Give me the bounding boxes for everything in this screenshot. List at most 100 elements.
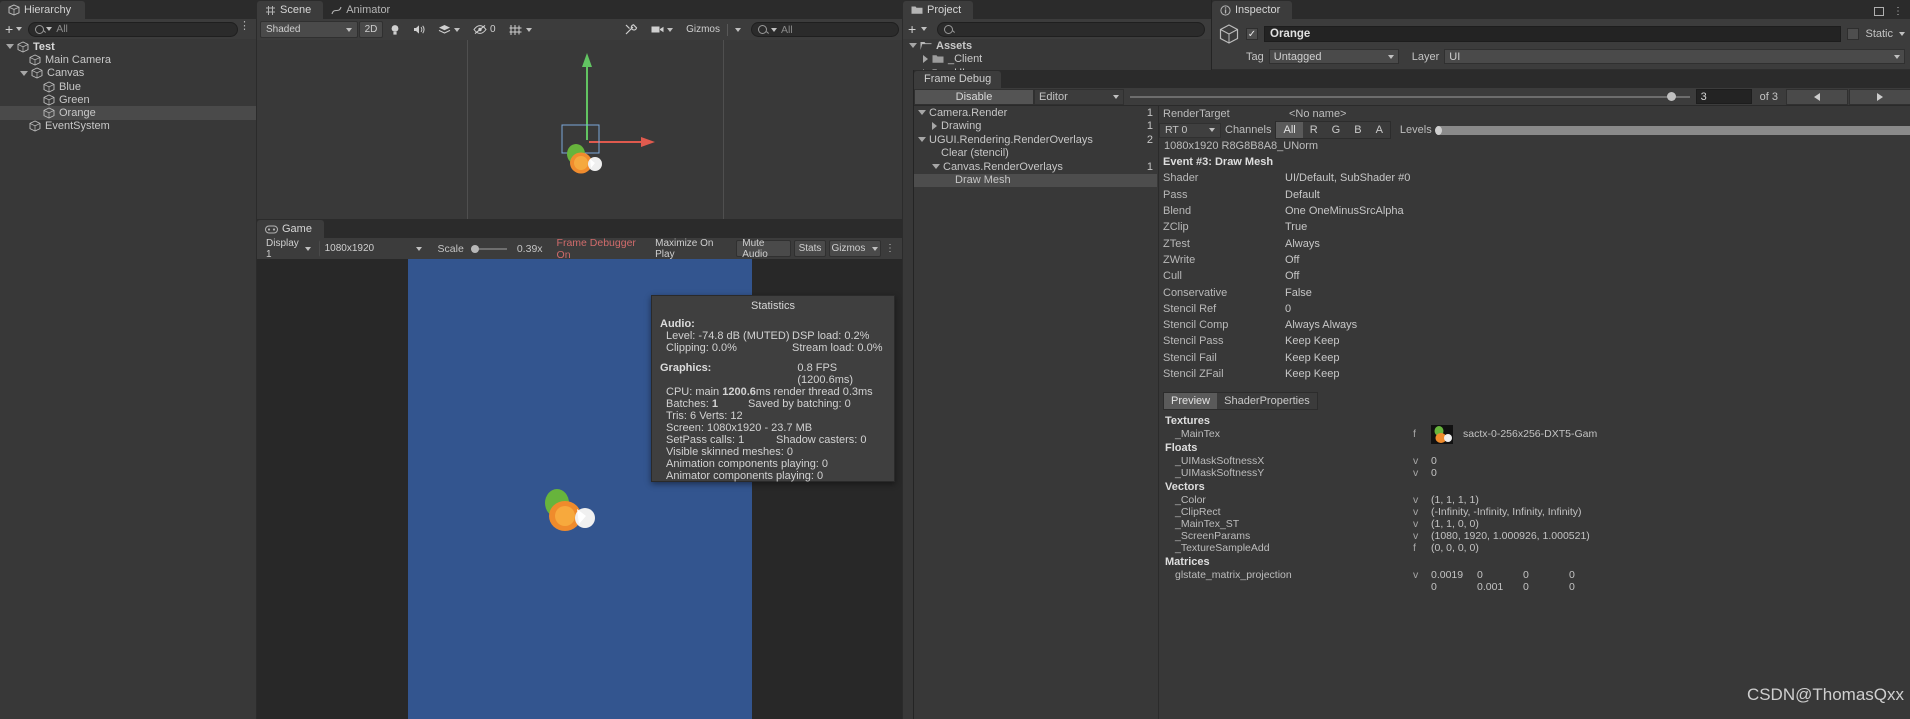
hierarchy-item-orange[interactable]: Orange xyxy=(0,106,256,120)
inspector-icon xyxy=(1220,4,1231,16)
game-options-icon[interactable]: ⋮ xyxy=(885,244,895,254)
scene-sprite-preview xyxy=(567,144,602,174)
event-slider[interactable] xyxy=(1124,92,1696,101)
scene-search-input[interactable]: All xyxy=(751,22,899,37)
levels-slider[interactable] xyxy=(1434,125,1910,135)
scene-search-placeholder: All xyxy=(781,23,793,36)
create-asset-button[interactable]: + xyxy=(907,22,917,36)
scene-gizmos-dropdown[interactable]: Gizmos xyxy=(680,21,744,38)
frame-debugger-tabbar: Frame Debug xyxy=(914,70,1910,88)
chevron-down-icon[interactable] xyxy=(909,43,917,49)
resolution-dropdown[interactable]: 1080x1920 xyxy=(318,240,428,257)
scene-viewport[interactable] xyxy=(257,40,902,219)
chevron-right-icon[interactable] xyxy=(923,55,928,64)
hierarchy-item-blue[interactable]: Blue xyxy=(0,80,256,93)
gameobject-name-input[interactable]: Orange xyxy=(1264,26,1842,42)
channel-button-r[interactable]: R xyxy=(1302,122,1325,138)
hierarchy-item-green[interactable]: Green xyxy=(0,93,256,106)
scene-audio-toggle[interactable] xyxy=(407,21,431,38)
frame-event-canvas-renderoverlays[interactable]: Canvas.RenderOverlays 1 xyxy=(914,160,1157,174)
hierarchy-item-canvas[interactable]: Canvas xyxy=(0,67,256,80)
folder-icon xyxy=(911,6,923,14)
hierarchy-search-input[interactable]: All xyxy=(28,21,239,37)
channel-button-a[interactable]: A xyxy=(1368,122,1390,138)
hierarchy-item-test[interactable]: Test xyxy=(0,40,256,53)
event-property-value: Off xyxy=(1285,270,1300,283)
add-gameobject-button[interactable]: + xyxy=(4,22,14,36)
scene-tools-button[interactable] xyxy=(618,21,644,38)
maximize-on-play-button[interactable]: Maximize On Play xyxy=(649,238,730,260)
tab-project[interactable]: Project xyxy=(903,1,974,19)
frame-event-clear-stencil[interactable]: Clear (stencil) xyxy=(914,147,1157,161)
tab-animator[interactable]: Animator xyxy=(323,1,402,19)
lock-icon[interactable] xyxy=(1874,7,1884,16)
draw-mode-dropdown[interactable]: Shaded xyxy=(260,21,358,38)
tab-label: Scene xyxy=(280,4,312,16)
preview-tab-shaderproperties[interactable]: ShaderProperties xyxy=(1217,393,1317,410)
channel-button-all[interactable]: All xyxy=(1276,122,1303,138)
event-property-row: Stencil Comp Always Always xyxy=(1159,317,1910,333)
frame-event-ugui-rendering-renderoverlays[interactable]: UGUI.Rendering.RenderOverlays 2 xyxy=(914,133,1157,147)
rt-select-dropdown[interactable]: RT 0 xyxy=(1159,122,1221,138)
frame-debug-disable-button[interactable]: Disable xyxy=(914,88,1034,105)
audio-icon xyxy=(414,25,425,34)
tab-scene[interactable]: Scene xyxy=(257,1,324,19)
tab-inspector[interactable]: Inspector xyxy=(1212,1,1293,19)
preview-tab-preview[interactable]: Preview xyxy=(1164,393,1218,410)
frame-debug-event-tree[interactable]: Camera.Render 1 Drawing 1 UGUI.Rendering.Ren… xyxy=(914,106,1157,719)
static-checkbox[interactable] xyxy=(1847,28,1860,40)
scene-fx-toggle[interactable] xyxy=(432,21,466,38)
texture-value: sactx-0-256x256-DXT5-Gam xyxy=(1463,428,1598,441)
game-gizmos-dropdown[interactable]: Gizmos xyxy=(828,240,881,257)
scene-visibility-toggle[interactable]: 0 xyxy=(467,21,502,38)
hierarchy-tree[interactable]: Test Main Camera Canvas Blue Green Orange Even… xyxy=(0,40,256,719)
event-property-value: Always xyxy=(1285,237,1320,250)
scale-slider[interactable] xyxy=(470,244,507,253)
gameobject-cube-icon xyxy=(43,107,55,119)
render-target-label: RenderTarget xyxy=(1163,108,1230,120)
scene-lighting-toggle[interactable] xyxy=(384,21,406,38)
tab-frame-debug[interactable]: Frame Debug xyxy=(914,71,1002,88)
chevron-down-icon[interactable] xyxy=(6,44,14,50)
frame-event-camera-render[interactable]: Camera.Render 1 xyxy=(914,106,1157,120)
game-tabbar: Game xyxy=(257,219,902,238)
gameobject-active-checkbox[interactable]: ✓ xyxy=(1246,28,1258,40)
layer-label: Layer xyxy=(1411,50,1440,63)
chevron-down-icon[interactable] xyxy=(20,70,28,76)
static-chevron-down-icon[interactable] xyxy=(1899,32,1905,36)
project-search-input[interactable] xyxy=(937,21,1205,37)
chevron-down-icon[interactable] xyxy=(918,137,926,143)
mute-audio-button[interactable]: Mute Audio xyxy=(736,238,792,260)
hierarchy-item-eventsystem[interactable]: EventSystem xyxy=(0,120,256,133)
frame-debug-target-dropdown[interactable]: Editor xyxy=(1034,88,1124,105)
tab-hierarchy[interactable]: Hierarchy xyxy=(0,1,86,19)
hierarchy-options-icon[interactable]: ⋮ xyxy=(239,21,250,32)
2d-toggle-button[interactable]: 2D xyxy=(359,21,383,38)
event-index-input[interactable]: 3 xyxy=(1695,89,1752,104)
stats-button[interactable]: Stats xyxy=(794,240,826,257)
prev-event-button[interactable] xyxy=(1786,88,1848,105)
next-event-button[interactable] xyxy=(1849,88,1910,105)
channel-button-b[interactable]: B xyxy=(1347,122,1369,138)
scene-grid-toggle[interactable] xyxy=(503,21,538,38)
chevron-down-icon[interactable] xyxy=(918,110,926,116)
display-dropdown[interactable]: Display 1 xyxy=(260,238,317,260)
layer-dropdown[interactable]: UI xyxy=(1444,49,1905,64)
add-menu-chevron-down-icon[interactable] xyxy=(16,27,23,31)
create-menu-chevron-down-icon[interactable] xyxy=(921,27,928,31)
channel-toggle-group[interactable]: All R G B A xyxy=(1275,121,1391,139)
chevron-right-icon[interactable] xyxy=(932,122,937,131)
hidden-objects-count: 0 xyxy=(490,24,496,35)
hierarchy-item-main-camera[interactable]: Main Camera xyxy=(0,53,256,66)
scene-camera-button[interactable] xyxy=(645,21,679,38)
preview-tab-group[interactable]: Preview ShaderProperties xyxy=(1163,392,1318,411)
frame-event-drawing[interactable]: Drawing 1 xyxy=(914,120,1157,134)
chevron-down-icon[interactable] xyxy=(932,164,940,170)
frame-event-draw-mesh[interactable]: Draw Mesh xyxy=(914,173,1157,187)
game-viewport[interactable]: Statistics Audio: Level: -74.8 dB (MUTED… xyxy=(257,259,902,719)
tag-dropdown[interactable]: Untagged xyxy=(1268,49,1399,64)
matrix-cell: 0.001 xyxy=(1477,581,1504,594)
channel-button-g[interactable]: G xyxy=(1324,122,1348,138)
tab-game[interactable]: Game xyxy=(257,220,324,238)
inspector-options-icon[interactable]: ⋮ xyxy=(1893,7,1903,17)
